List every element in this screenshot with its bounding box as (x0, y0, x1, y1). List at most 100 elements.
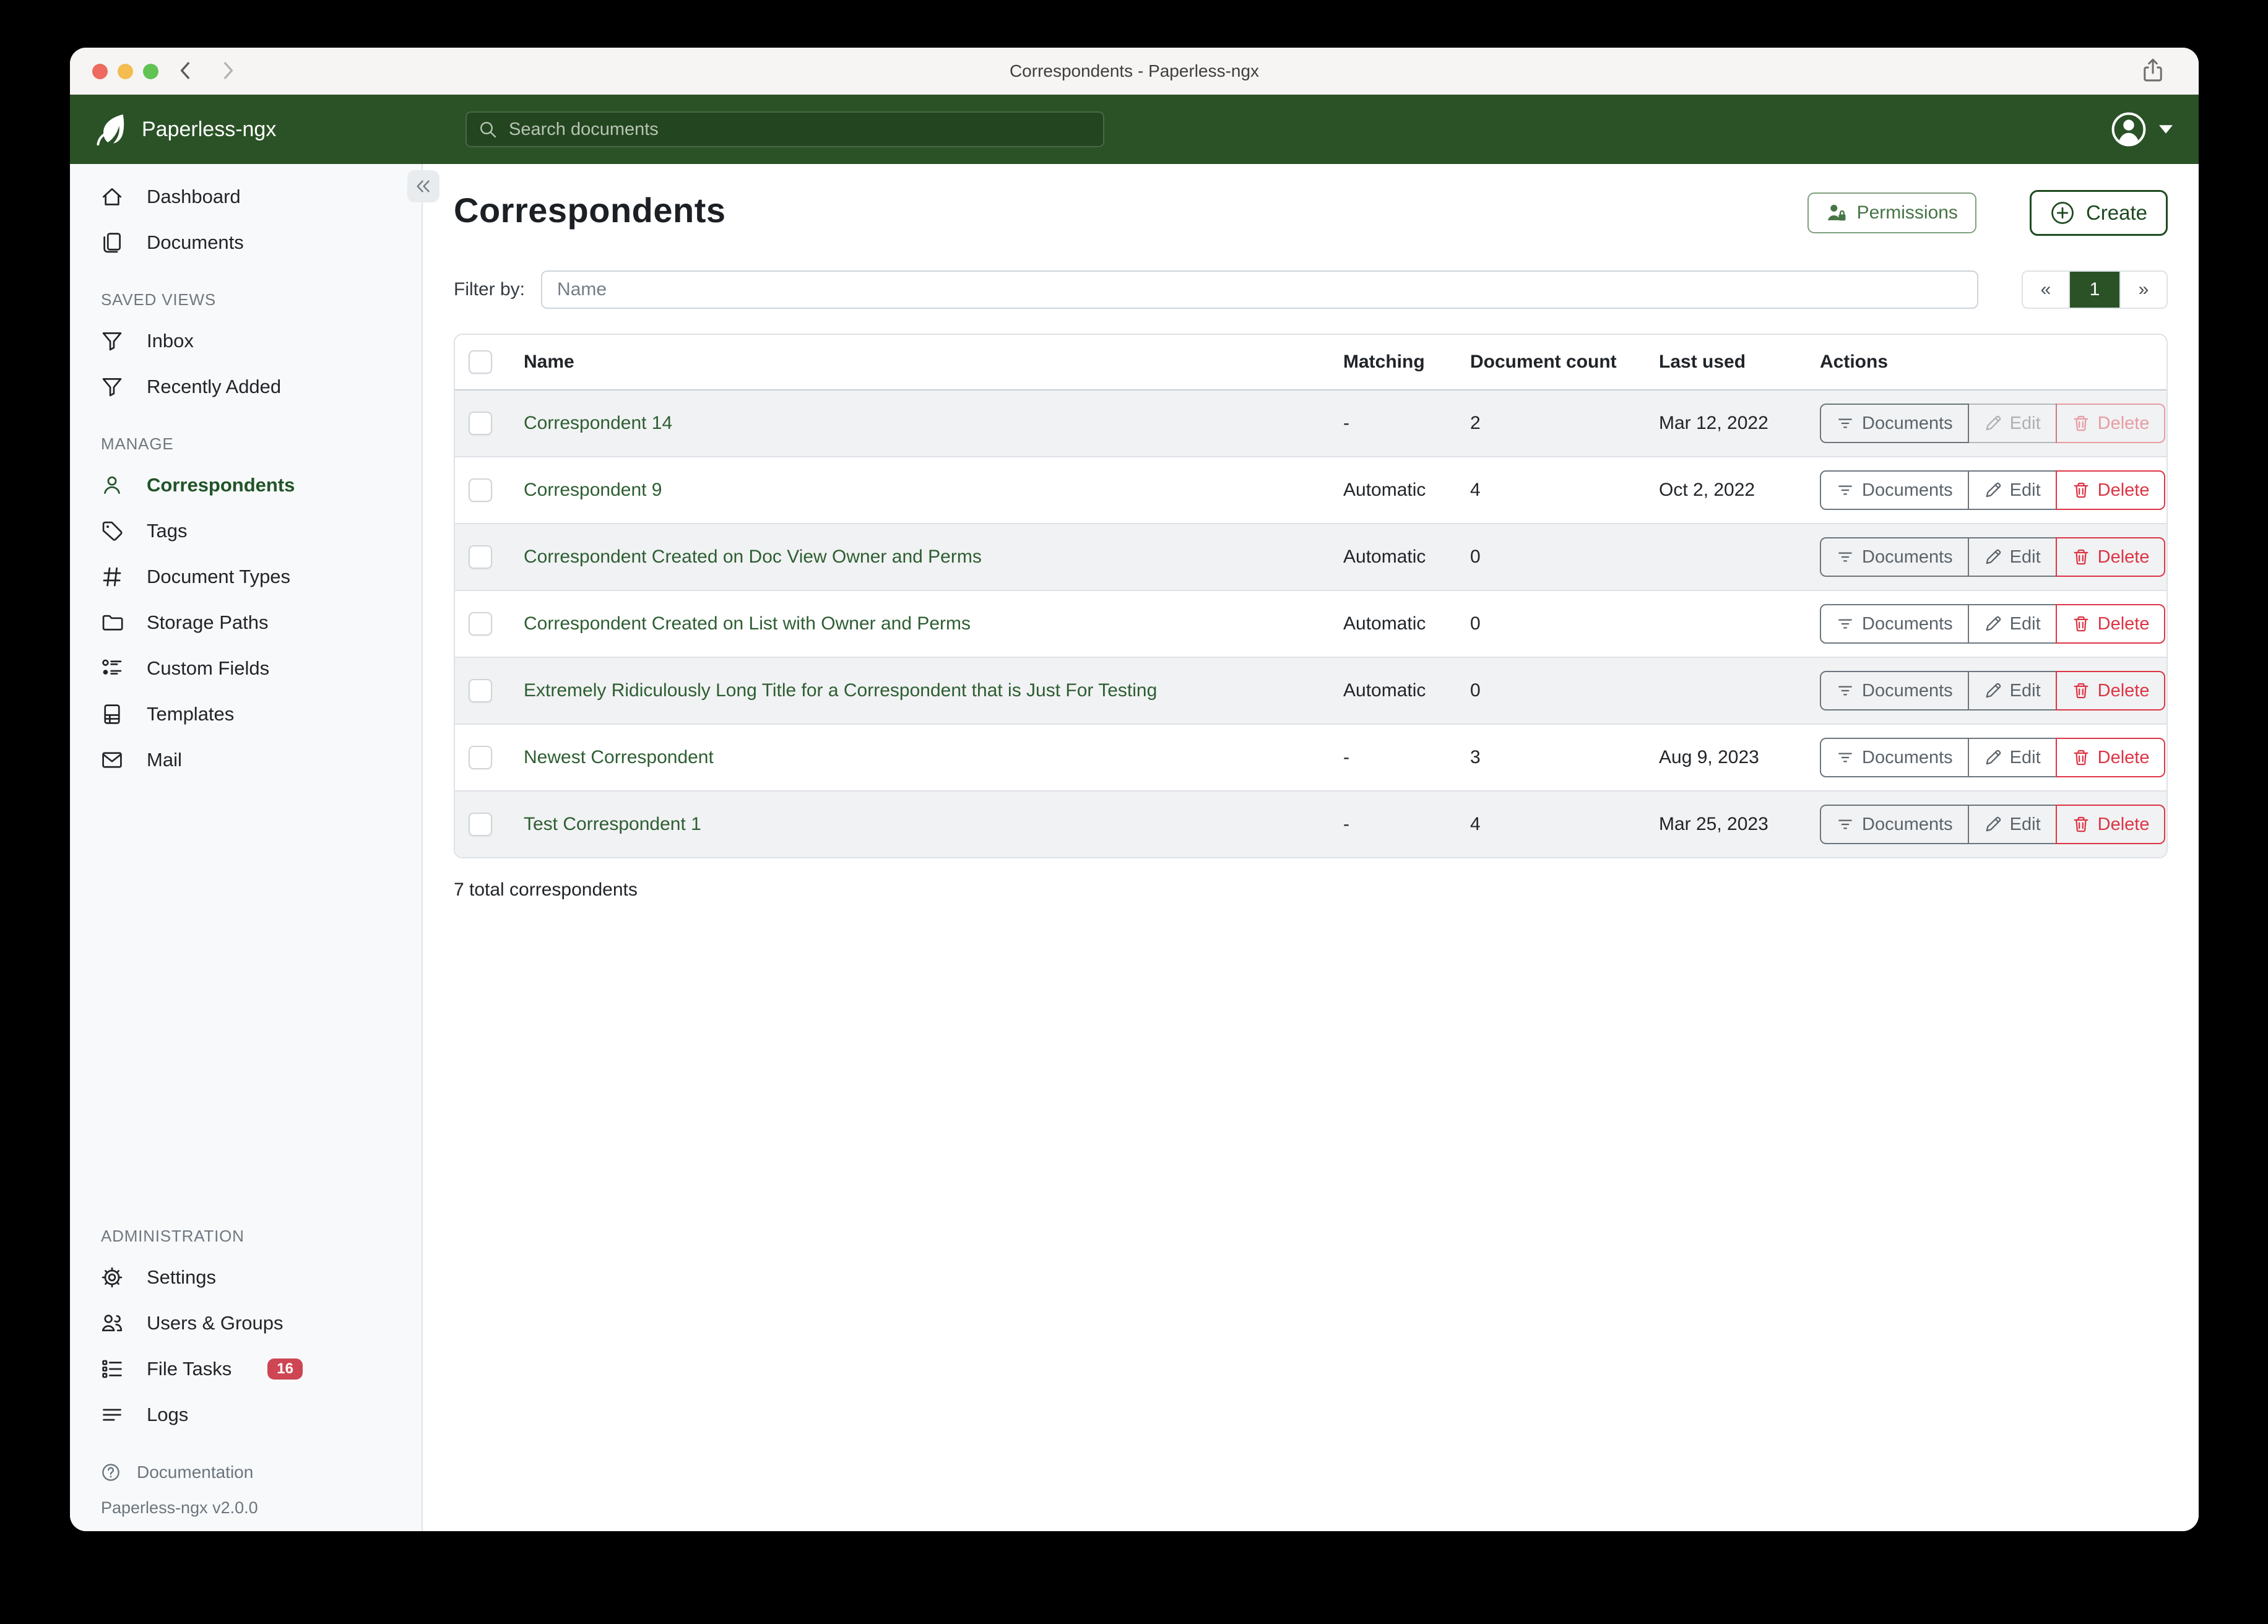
pagination-next-button[interactable]: » (2119, 272, 2166, 308)
correspondent-name-link[interactable]: Correspondent Created on Doc View Owner … (524, 546, 982, 567)
delete-button[interactable]: Delete (2056, 604, 2166, 644)
documents-button[interactable]: Documents (1820, 537, 1969, 577)
sidebar-item-dashboard[interactable]: Dashboard (70, 174, 422, 220)
pagination: « 1 » (2022, 270, 2168, 309)
edit-button[interactable]: Edit (1968, 805, 2057, 844)
sidebar-item-tags[interactable]: Tags (70, 508, 422, 554)
last-used-cell: Mar 12, 2022 (1659, 413, 1820, 434)
correspondent-name-link[interactable]: Newest Correspondent (524, 747, 714, 767)
sidebar-item-file-tasks[interactable]: File Tasks16 (70, 1346, 422, 1392)
document-count-cell: 4 (1470, 480, 1659, 501)
file-tasks-count-badge: 16 (267, 1358, 303, 1380)
sidebar-item-label: Dashboard (147, 186, 241, 208)
row-checkbox[interactable] (469, 412, 492, 435)
column-header-name[interactable]: Name (511, 352, 1343, 373)
sidebar-item-documentation[interactable]: Documentation (70, 1454, 422, 1491)
minimize-window-button[interactable] (118, 64, 133, 79)
matching-cell: Automatic (1343, 680, 1470, 701)
delete-button[interactable]: Delete (2056, 671, 2166, 710)
sidebar-item-documents[interactable]: Documents (70, 220, 422, 266)
sidebar-item-document-types[interactable]: Document Types (70, 554, 422, 600)
correspondent-name-link[interactable]: Extremely Ridiculously Long Title for a … (524, 680, 1157, 701)
trash-icon (2072, 414, 2090, 433)
sidebar-item-storage-paths[interactable]: Storage Paths (70, 600, 422, 646)
page-title: Correspondents (454, 190, 726, 230)
row-checkbox[interactable] (469, 478, 492, 502)
sidebar-item-correspondents[interactable]: Correspondents (70, 462, 422, 508)
delete-button[interactable]: Delete (2056, 805, 2166, 844)
pencil-icon (1984, 815, 2002, 834)
documents-button[interactable]: Documents (1820, 738, 1969, 777)
filter-lines-icon (1836, 815, 1855, 834)
correspondent-name-link[interactable]: Correspondent Created on List with Owner… (524, 613, 971, 634)
documents-button[interactable]: Documents (1820, 604, 1969, 644)
person-lock-icon (1826, 202, 1847, 223)
close-window-button[interactable] (92, 64, 108, 79)
share-icon[interactable] (2139, 57, 2166, 84)
documents-button[interactable]: Documents (1820, 805, 1969, 844)
sidebar-item-recently-added[interactable]: Recently Added (70, 364, 422, 410)
create-button[interactable]: Create (2030, 190, 2168, 236)
edit-button[interactable]: Edit (1968, 537, 2057, 577)
edit-button[interactable]: Edit (1968, 671, 2057, 710)
paperless-leaf-logo-icon (93, 112, 128, 147)
filter-name-input[interactable] (541, 270, 1978, 309)
matching-cell: Automatic (1343, 613, 1470, 634)
sidebar-item-settings[interactable]: Settings (70, 1255, 422, 1300)
sidebar-item-inbox[interactable]: Inbox (70, 318, 422, 364)
filter-lines-icon (1836, 548, 1855, 566)
edit-button[interactable]: Edit (1968, 738, 2057, 777)
sidebar-item-templates[interactable]: Templates (70, 691, 422, 737)
person-icon (101, 474, 123, 496)
table-row: Test Correspondent 1-4Mar 25, 2023Docume… (455, 790, 2166, 857)
delete-button[interactable]: Delete (2056, 738, 2166, 777)
pagination-page-1[interactable]: 1 (2069, 272, 2119, 308)
row-checkbox[interactable] (469, 679, 492, 702)
sidebar-item-mail[interactable]: Mail (70, 737, 422, 783)
permissions-button[interactable]: Permissions (1807, 192, 1976, 233)
column-header-document-count[interactable]: Document count (1470, 352, 1659, 373)
correspondent-name-link[interactable]: Correspondent 9 (524, 480, 662, 500)
browser-back-icon[interactable] (174, 59, 197, 85)
correspondent-name-link[interactable]: Correspondent 14 (524, 413, 672, 433)
documents-button[interactable]: Documents (1820, 671, 1969, 710)
sidebar-collapse-button[interactable] (407, 170, 439, 202)
edit-button: Edit (1968, 404, 2057, 443)
user-menu[interactable] (2111, 95, 2173, 164)
column-header-matching[interactable]: Matching (1343, 352, 1470, 373)
row-checkbox[interactable] (469, 813, 492, 836)
zoom-window-button[interactable] (143, 64, 158, 79)
traffic-lights (92, 64, 158, 79)
trash-icon (2072, 481, 2090, 499)
edit-button[interactable]: Edit (1968, 604, 2057, 644)
last-used-cell: Oct 2, 2022 (1659, 480, 1820, 501)
sidebar-item-logs[interactable]: Logs (70, 1392, 422, 1438)
correspondent-name-link[interactable]: Test Correspondent 1 (524, 814, 701, 834)
pagination-prev-button[interactable]: « (2023, 272, 2069, 308)
column-header-last-used[interactable]: Last used (1659, 352, 1820, 373)
trash-icon (2072, 615, 2090, 633)
row-checkbox[interactable] (469, 612, 492, 636)
sidebar-item-users-groups[interactable]: Users & Groups (70, 1300, 422, 1346)
hash-icon (101, 566, 123, 588)
sidebar-item-label: Settings (147, 1266, 216, 1289)
browser-forward-icon[interactable] (216, 59, 240, 85)
trash-icon (2072, 548, 2090, 566)
delete-button[interactable]: Delete (2056, 470, 2166, 510)
documents-button[interactable]: Documents (1820, 470, 1969, 510)
search-input[interactable] (508, 119, 1092, 140)
edit-button[interactable]: Edit (1968, 470, 2057, 510)
documents-button[interactable]: Documents (1820, 404, 1969, 443)
delete-button[interactable]: Delete (2056, 537, 2166, 577)
people-icon (101, 1312, 123, 1334)
row-checkbox[interactable] (469, 545, 492, 569)
brand[interactable]: Paperless-ngx (70, 112, 276, 147)
select-all-checkbox[interactable] (469, 350, 492, 374)
table-row: Newest Correspondent-3Aug 9, 2023Documen… (455, 723, 2166, 790)
pencil-icon (1984, 481, 2002, 499)
row-checkbox[interactable] (469, 746, 492, 769)
sidebar: DashboardDocumentsSAVED VIEWSInboxRecent… (70, 164, 423, 1531)
pencil-icon (1984, 615, 2002, 633)
sidebar-item-custom-fields[interactable]: Custom Fields (70, 646, 422, 691)
app-version: Paperless-ngx v2.0.0 (70, 1491, 422, 1520)
